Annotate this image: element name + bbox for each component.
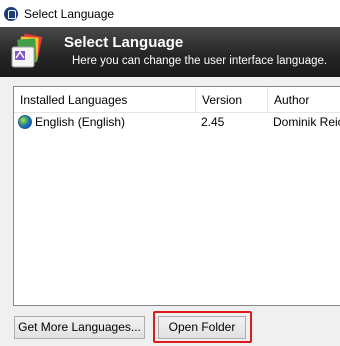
list-item[interactable]: English (English) 2.45 Dominik Reichl [15,113,340,131]
language-version: 2.45 [201,115,225,129]
language-files-icon [11,33,43,68]
banner-subtitle: Here you can change the user interface l… [72,55,328,67]
window-title: Select Language [24,6,115,21]
language-author: Dominik Reichl [273,115,340,129]
column-header-author[interactable]: Author [268,87,340,113]
column-header-version[interactable]: Version [196,87,268,113]
title-bar: Select Language [0,0,340,27]
list-header: Installed Languages Version Author [14,87,340,113]
column-header-installed-languages[interactable]: Installed Languages [14,87,196,113]
language-name: English (English) [35,115,126,129]
header-banner: Select Language Here you can change the … [0,27,340,77]
get-more-languages-button[interactable]: Get More Languages... [14,316,145,339]
highlight-box [153,311,252,343]
globe-icon [18,115,32,129]
app-icon [4,6,18,21]
languages-list[interactable]: Installed Languages Version Author Engli… [13,86,340,306]
banner-title: Select Language [64,34,184,51]
